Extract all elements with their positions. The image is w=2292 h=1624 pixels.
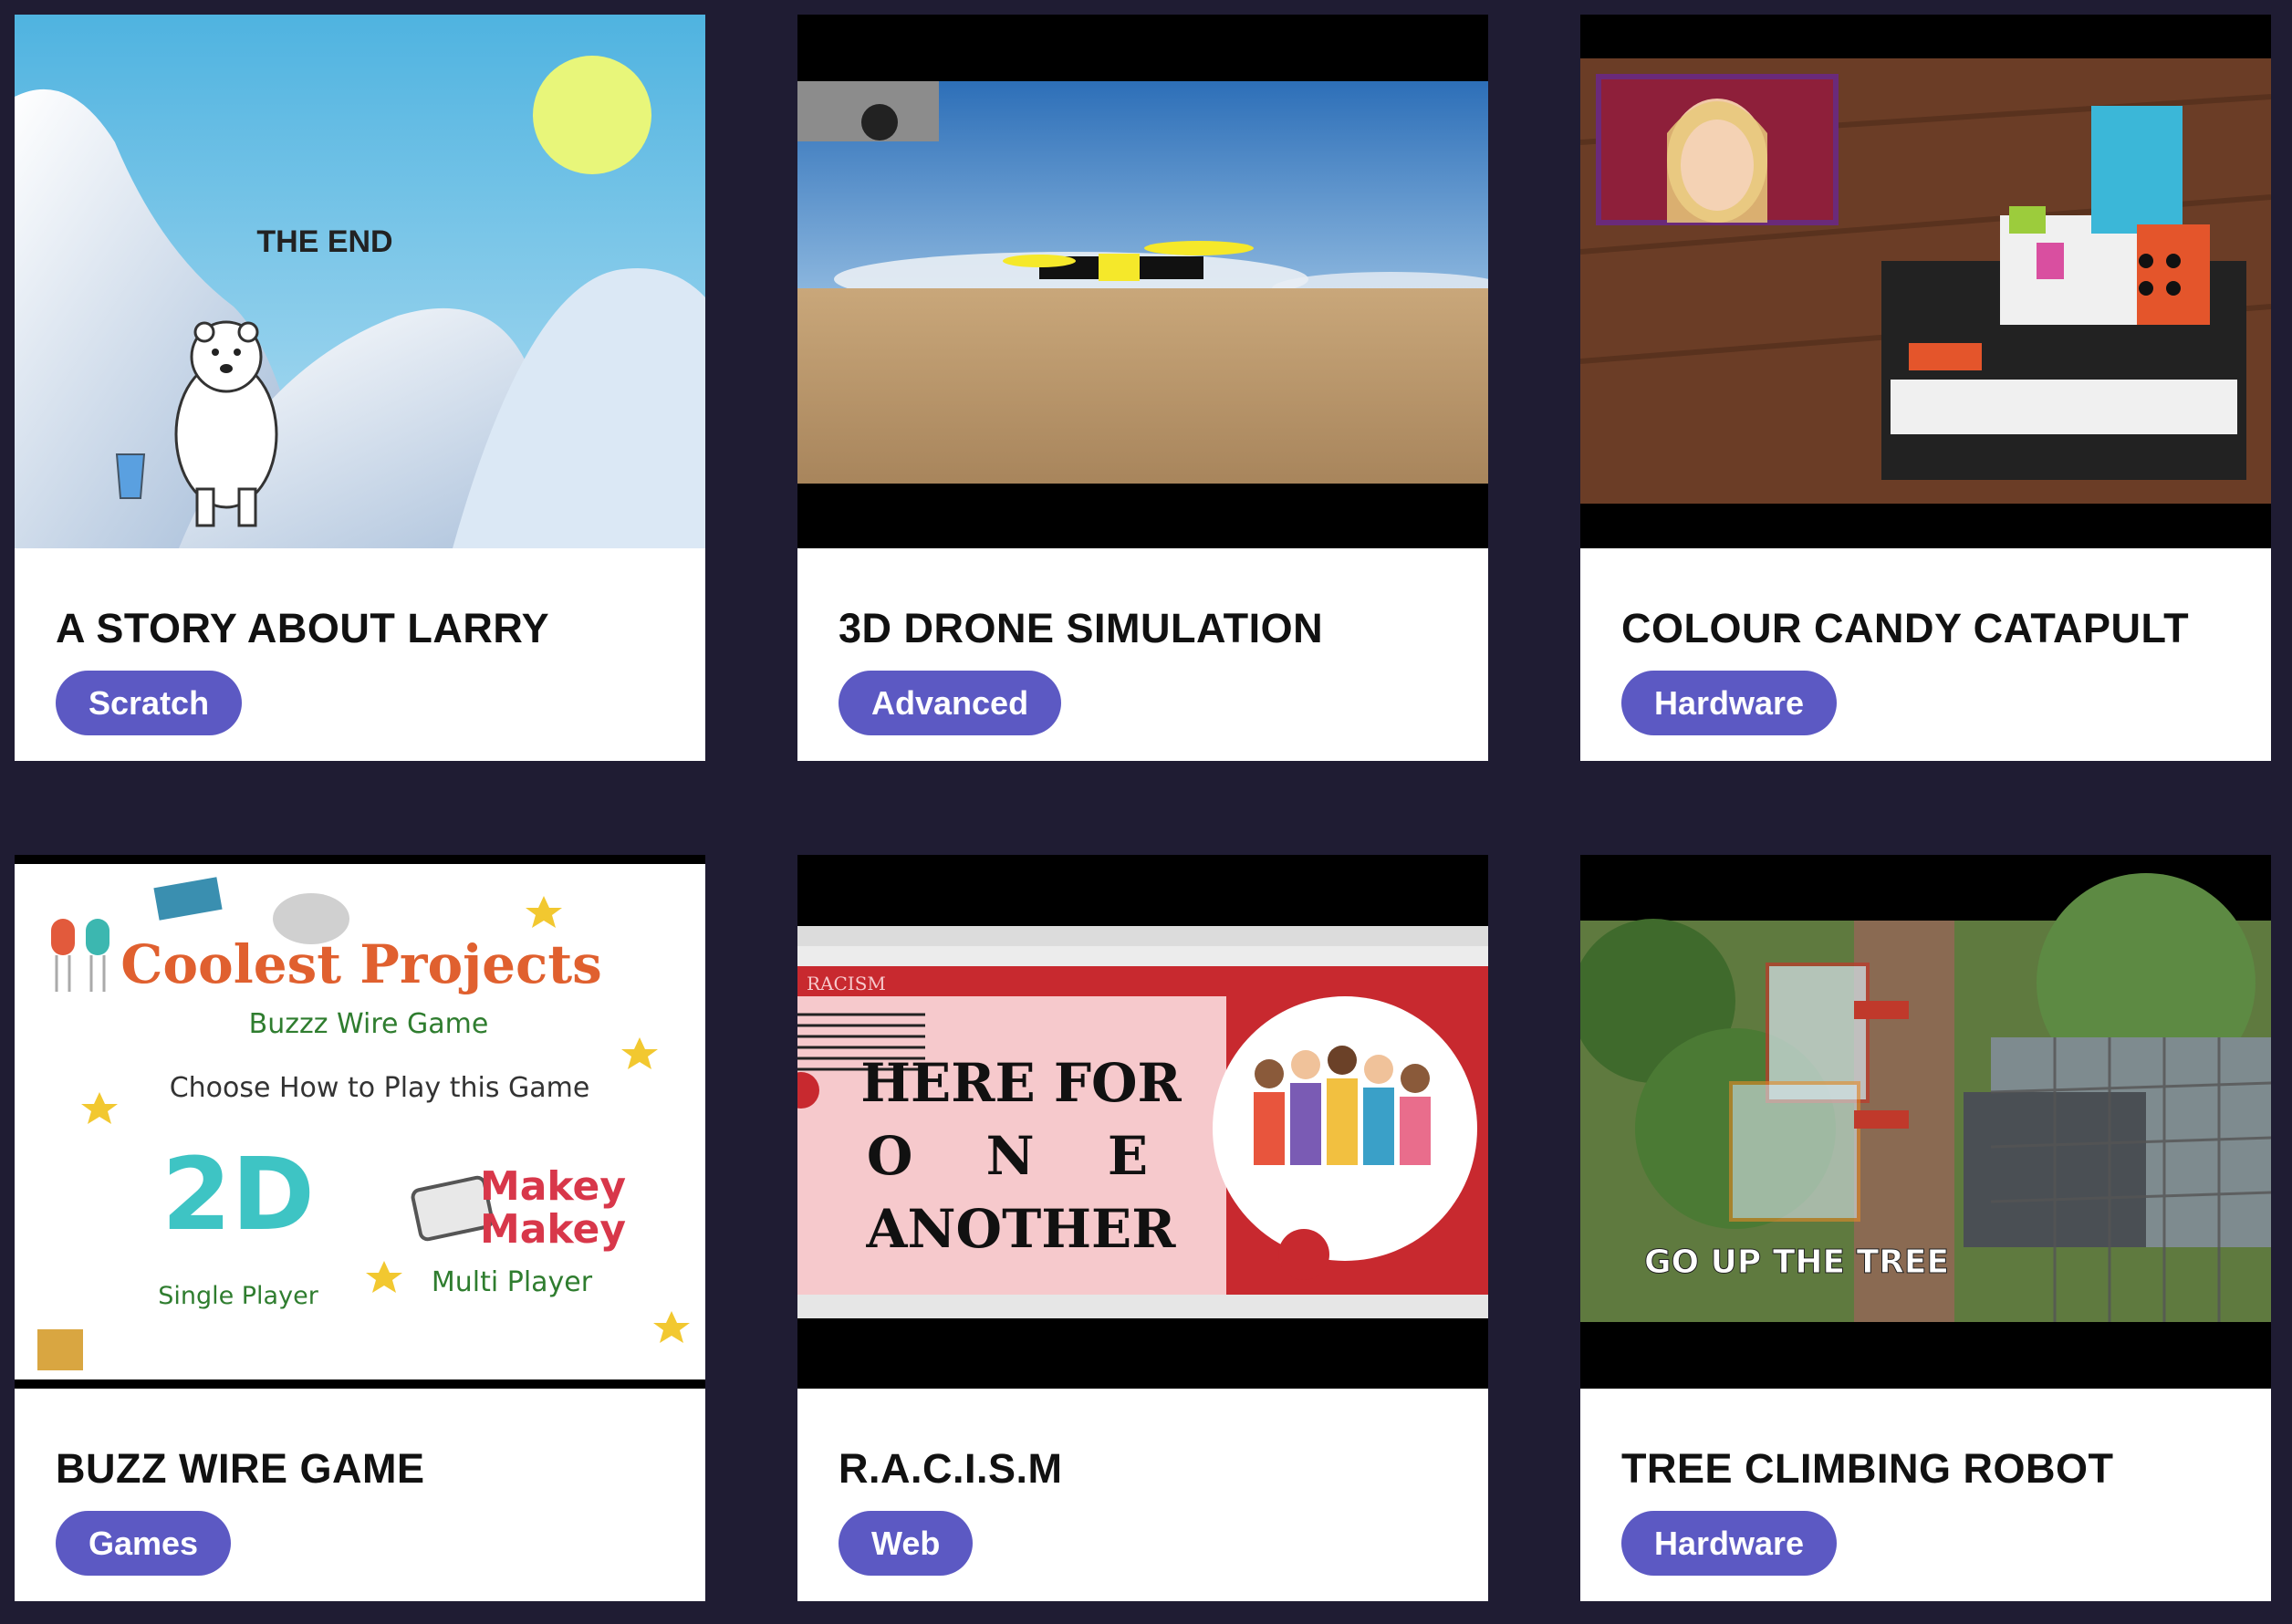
project-title[interactable]: R.A.C.I.S.M [839, 1445, 1063, 1493]
thumb-option2-logo-line2: Makey [480, 1206, 626, 1253]
project-card-racism[interactable]: RACISM HERE FOR O N E ANOTHER R.A.C.I.S.… [797, 855, 1488, 1601]
project-title[interactable]: COLOUR CANDY CATAPULT [1621, 605, 2189, 652]
thumb-caption: GO UP THE TREE [1644, 1244, 1949, 1281]
category-tag[interactable]: Hardware [1621, 1511, 1838, 1576]
thumb-option2-label: Multi Player [432, 1266, 593, 1298]
project-title[interactable]: TREE CLIMBING ROBOT [1621, 1445, 2113, 1493]
project-card-larry[interactable]: THE END A STORY ABOUT LARRY Scratch [15, 15, 705, 761]
category-tag[interactable]: Web [839, 1511, 974, 1576]
project-card-drone[interactable]: 3D DRONE SIMULATION Advanced [797, 15, 1488, 761]
thumb-option2-logo-line1: Makey [480, 1163, 626, 1210]
project-title[interactable]: BUZZ WIRE GAME [56, 1445, 424, 1493]
thumbnail-racism: RACISM HERE FOR O N E ANOTHER [797, 855, 1488, 1389]
glass-icon [115, 453, 146, 499]
project-card-tree-robot[interactable]: GO UP THE TREE TREE CLIMBING ROBOT Hardw… [1580, 855, 2271, 1601]
thumb-line1: HERE FOR [860, 1052, 1182, 1114]
thumbnail-catapult [1580, 15, 2271, 548]
thumbnail-buzz-wire: Coolest Projects Buzzz Wire Game Choose … [15, 855, 705, 1389]
thumbnail-larry: THE END [15, 15, 705, 548]
category-tag[interactable]: Games [56, 1511, 232, 1576]
thumb-line3: ANOTHER [866, 1198, 1177, 1260]
thumb-site-name: RACISM [807, 973, 886, 994]
category-tag[interactable]: Advanced [839, 671, 1062, 735]
category-tag[interactable]: Scratch [56, 671, 243, 735]
project-title[interactable]: 3D DRONE SIMULATION [839, 605, 1323, 652]
thumb-option1-logo: 2D [161, 1136, 315, 1253]
thumb-line2: O N E [867, 1125, 1175, 1187]
thumb-overlay-text: THE END [256, 224, 392, 259]
thumbnail-tree-robot: GO UP THE TREE [1580, 855, 2271, 1389]
thumbnail-drone [797, 15, 1488, 548]
thumb-option1-label: Single Player [158, 1282, 319, 1310]
project-card-buzz-wire[interactable]: Coolest Projects Buzzz Wire Game Choose … [15, 855, 705, 1601]
thumb-subheading: Buzzz Wire Game [249, 1008, 489, 1040]
project-title[interactable]: A STORY ABOUT LARRY [56, 605, 549, 652]
category-tag[interactable]: Hardware [1621, 671, 1838, 735]
thumb-prompt: Choose How to Play this Game [170, 1072, 590, 1104]
thumb-heading: Coolest Projects [120, 933, 602, 995]
project-card-catapult[interactable]: COLOUR CANDY CATAPULT Hardware [1580, 15, 2271, 761]
